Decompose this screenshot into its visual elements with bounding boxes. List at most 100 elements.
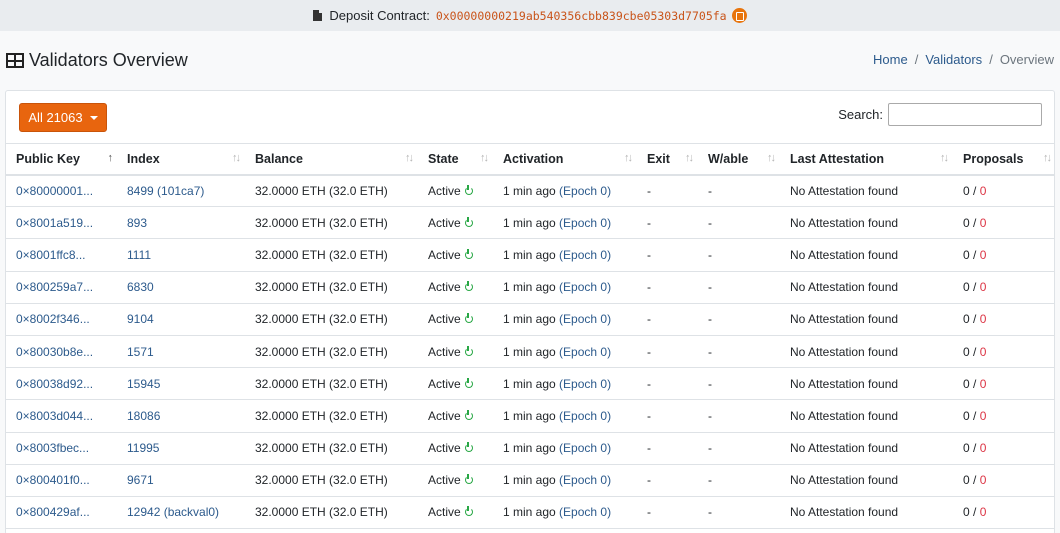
- filter-dropdown-button[interactable]: All 21063: [19, 103, 107, 132]
- state-text: Active: [428, 312, 461, 327]
- cell-balance: 32.0000 ETH (32.0 ETH): [245, 174, 418, 208]
- breadcrumb-validators[interactable]: Validators: [925, 52, 982, 67]
- power-icon: [464, 377, 473, 388]
- pubkey-link[interactable]: 0×8002f346...: [16, 312, 90, 326]
- activation-time: 1 min ago: [503, 344, 556, 359]
- cell-pubkey: 0×80038d92...: [6, 367, 117, 401]
- copy-icon[interactable]: [731, 8, 747, 23]
- pubkey-link[interactable]: 0×80000001...: [16, 184, 93, 198]
- table-row: 0×8003fbec... 11995 32.0000 ETH (32.0 ETH)…: [6, 432, 1054, 465]
- cell-exit: -: [637, 303, 698, 336]
- cell-proposals: 0 / 0: [953, 367, 1054, 401]
- cell-index: 18086: [117, 399, 245, 433]
- sort-icon: ↑↓: [480, 152, 489, 164]
- sort-icon: ↑↓: [405, 152, 414, 164]
- cell-balance: 32.0000 ETH (32.0 ETH): [245, 271, 418, 304]
- index-link[interactable]: 893: [127, 216, 147, 230]
- index-link[interactable]: 6830: [127, 280, 154, 294]
- index-link[interactable]: 1571: [127, 345, 154, 359]
- epoch-link[interactable]: (Epoch 0): [559, 345, 611, 359]
- cell-withdrawable: -: [698, 496, 780, 530]
- col-index[interactable]: Index ↑↓: [117, 143, 245, 176]
- col-public-key[interactable]: Public Key ↑: [6, 143, 117, 176]
- cell-balance: 32.0000 ETH (32.0 ETH): [245, 399, 418, 433]
- deposit-contract-address[interactable]: 0x00000000219ab540356cbb839cbe05303d7705…: [436, 9, 727, 23]
- index-link[interactable]: 11995: [127, 441, 159, 455]
- power-icon: [464, 506, 473, 517]
- epoch-link[interactable]: (Epoch 0): [559, 312, 611, 326]
- epoch-link[interactable]: (Epoch 0): [559, 184, 611, 198]
- pubkey-link[interactable]: 0×8003fbec...: [16, 441, 89, 455]
- cell-exit: -: [637, 432, 698, 465]
- epoch-link[interactable]: (Epoch 0): [559, 377, 611, 391]
- index-link[interactable]: 9104: [127, 312, 154, 326]
- col-last-attestation[interactable]: Last Attestation ↑↓: [780, 143, 953, 176]
- activation-time: 1 min ago: [503, 280, 556, 295]
- epoch-link[interactable]: (Epoch 0): [559, 441, 611, 455]
- pubkey-link[interactable]: 0×8003d044...: [16, 409, 93, 423]
- epoch-link[interactable]: (Epoch 0): [559, 216, 611, 230]
- col-withdrawable[interactable]: W/able ↑↓: [698, 143, 780, 176]
- cell-exit: -: [637, 238, 698, 272]
- pubkey-link[interactable]: 0×800259a7...: [16, 280, 93, 294]
- index-link[interactable]: 15945: [127, 377, 160, 391]
- pubkey-link[interactable]: 0×8001ffc8...: [16, 248, 86, 262]
- epoch-link[interactable]: (Epoch 0): [559, 505, 611, 519]
- deposit-contract-bar: Deposit Contract: 0x00000000219ab540356c…: [0, 0, 1060, 31]
- proposals-missed: 0: [979, 376, 987, 391]
- pubkey-link[interactable]: 0×80038d92...: [16, 377, 93, 391]
- col-state[interactable]: State ↑↓: [418, 143, 493, 176]
- cell-withdrawable: -: [698, 367, 780, 401]
- epoch-link[interactable]: (Epoch 0): [559, 280, 611, 294]
- col-exit[interactable]: Exit ↑↓: [637, 143, 698, 176]
- col-activation[interactable]: Activation ↑↓: [493, 143, 637, 176]
- cell-withdrawable: -: [698, 238, 780, 272]
- proposals-executed: 0: [963, 505, 970, 520]
- proposals-executed: 0: [963, 473, 970, 488]
- col-balance[interactable]: Balance ↑↓: [245, 143, 418, 176]
- sort-icon: ↑↓: [685, 152, 694, 164]
- index-link[interactable]: 18086: [127, 409, 160, 423]
- cell-state: Active: [418, 174, 493, 208]
- pubkey-link[interactable]: 0×8001a519...: [16, 216, 93, 230]
- epoch-link[interactable]: (Epoch 0): [559, 409, 611, 423]
- index-link[interactable]: 8499 (101ca7): [127, 184, 204, 198]
- search-input[interactable]: [888, 103, 1042, 126]
- state-text: Active: [428, 183, 461, 198]
- index-link[interactable]: 9671: [127, 473, 154, 487]
- pubkey-link[interactable]: 0×80030b8e...: [16, 345, 93, 359]
- cell-proposals: 0 / 0: [953, 174, 1054, 208]
- index-link[interactable]: 12942 (backval0): [127, 505, 219, 519]
- cell-withdrawable: -: [698, 464, 780, 497]
- cell-withdrawable: -: [698, 303, 780, 336]
- col-proposals[interactable]: Proposals ↑↓: [953, 143, 1054, 176]
- index-link[interactable]: 1111: [127, 248, 151, 262]
- activation-time: 1 min ago: [503, 215, 556, 230]
- epoch-link[interactable]: (Epoch 0): [559, 248, 611, 262]
- cell-index: 1111: [117, 238, 245, 272]
- cell-last-attestation: No Attestation found: [780, 367, 953, 401]
- state-text: Active: [428, 280, 461, 295]
- cell-state: Active: [418, 432, 493, 465]
- epoch-link[interactable]: (Epoch 0): [559, 473, 611, 487]
- table-row: 0×8002f346... 9104 32.0000 ETH (32.0 ETH) A…: [6, 303, 1054, 336]
- cell-balance: 32.0000 ETH (32.0 ETH): [245, 464, 418, 497]
- proposals-missed: 0: [979, 441, 987, 456]
- table-row: 0×8003d044... 18086 32.0000 ETH (32.0 ETH)…: [6, 399, 1054, 433]
- cell-withdrawable: -: [698, 432, 780, 465]
- cell-last-attestation: No Attestation found: [780, 303, 953, 336]
- breadcrumb-home[interactable]: Home: [873, 52, 908, 67]
- cell-pubkey: 0×8001ffc8...: [6, 238, 117, 272]
- activation-time: 1 min ago: [503, 312, 556, 327]
- cell-last-attestation: No Attestation found: [780, 496, 953, 530]
- proposals-executed: 0: [963, 376, 970, 391]
- proposals-executed: 0: [963, 247, 970, 262]
- cell-proposals: 0 / 0: [953, 303, 1054, 336]
- sort-icon: ↑↓: [1043, 152, 1052, 164]
- pubkey-link[interactable]: 0×800401f0...: [16, 473, 90, 487]
- cell-state: Active: [418, 335, 493, 369]
- pubkey-link[interactable]: 0×800429af...: [16, 505, 90, 519]
- table-row: 0×80000001... 8499 (101ca7) 32.0000 ETH (3…: [6, 174, 1054, 208]
- validators-table: Public Key ↑ Index ↑↓ Balance ↑↓ State ↑↓ Ac…: [6, 143, 1054, 530]
- state-text: Active: [428, 247, 461, 262]
